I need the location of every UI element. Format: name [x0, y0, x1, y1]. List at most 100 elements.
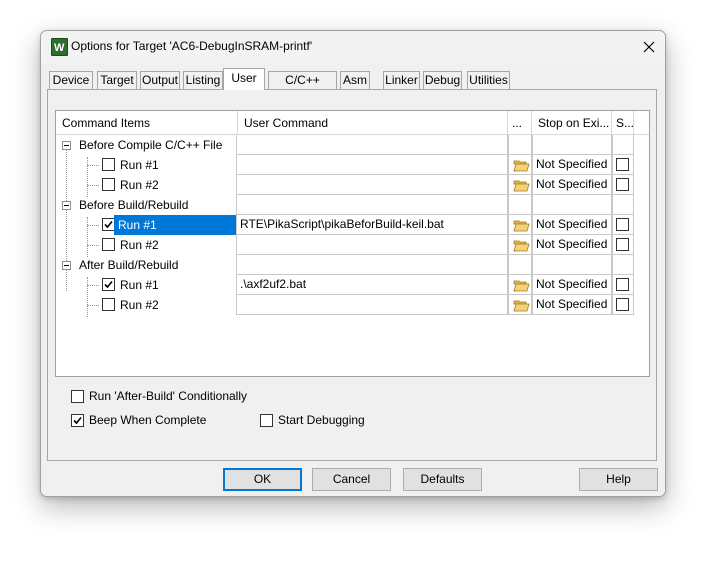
group-browse-cell — [508, 135, 532, 155]
run-after-build-option[interactable]: Run 'After-Build' Conditionally — [71, 389, 271, 405]
defaults-button[interactable]: Defaults — [403, 468, 482, 491]
run-label: Run #2 — [120, 298, 159, 312]
s-cell[interactable] — [612, 295, 634, 315]
tab-utilities[interactable]: Utilities — [467, 71, 510, 89]
options-dialog: W Options for Target 'AC6-DebugInSRAM-pr… — [40, 30, 666, 497]
user-command-cell[interactable] — [236, 155, 508, 175]
col-header-s[interactable]: S... — [612, 111, 634, 135]
browse-button[interactable] — [508, 175, 532, 195]
tab-output[interactable]: Output — [140, 71, 180, 89]
s-checkbox[interactable] — [616, 238, 629, 251]
group-row-before-build[interactable]: Before Build/Rebuild — [56, 195, 649, 215]
group-s-cell — [612, 135, 634, 155]
user-command-cell[interactable]: RTE\PikaScript\pikaBeforBuild-keil.bat — [236, 215, 508, 235]
browse-button[interactable] — [508, 235, 532, 255]
table-row[interactable]: Run #1 Not Specified — [56, 155, 649, 175]
beep-label: Beep When Complete — [89, 413, 207, 427]
group-s-cell — [612, 195, 634, 215]
group-row-after-build[interactable]: After Build/Rebuild — [56, 255, 649, 275]
cancel-button[interactable]: Cancel — [312, 468, 391, 491]
run-label: Run #2 — [120, 178, 159, 192]
beep-checkbox[interactable] — [71, 414, 84, 427]
ok-button[interactable]: OK — [223, 468, 302, 491]
s-cell[interactable] — [612, 235, 634, 255]
run-label: Run #2 — [120, 238, 159, 252]
stop-on-exit-cell[interactable]: Not Specified — [532, 155, 612, 175]
start-debugging-option[interactable]: Start Debugging — [260, 413, 400, 429]
col-header-stop-on-exit[interactable]: Stop on Exi... — [532, 111, 612, 135]
table-row[interactable]: Run #2 Not Specified — [56, 295, 649, 315]
run-label: Run #1 — [120, 278, 159, 292]
browse-button[interactable] — [508, 275, 532, 295]
tab-linker[interactable]: Linker — [383, 71, 420, 89]
tree-line — [87, 225, 99, 226]
help-button[interactable]: Help — [579, 468, 658, 491]
stop-on-exit-cell[interactable]: Not Specified — [532, 295, 612, 315]
collapse-icon[interactable] — [62, 201, 71, 210]
user-command-cell[interactable] — [236, 235, 508, 255]
tab-target[interactable]: Target — [97, 71, 137, 89]
s-checkbox[interactable] — [616, 178, 629, 191]
stop-on-exit-cell[interactable]: Not Specified — [532, 275, 612, 295]
start-debugging-label: Start Debugging — [278, 413, 365, 427]
folder-open-icon — [513, 280, 530, 292]
group-stop-cell — [532, 135, 612, 155]
browse-button[interactable] — [508, 155, 532, 175]
col-header-filler — [634, 111, 649, 135]
group-row-before-compile[interactable]: Before Compile C/C++ File — [56, 135, 649, 155]
run-after-build-checkbox[interactable] — [71, 390, 84, 403]
table-row[interactable]: Run #2 Not Specified — [56, 175, 649, 195]
browse-button[interactable] — [508, 215, 532, 235]
s-cell[interactable] — [612, 275, 634, 295]
stop-on-exit-cell[interactable]: Not Specified — [532, 215, 612, 235]
collapse-icon[interactable] — [62, 261, 71, 270]
tab-listing[interactable]: Listing — [183, 71, 223, 89]
browse-button[interactable] — [508, 295, 532, 315]
command-grid: Command Items User Command ... Stop on E… — [55, 110, 650, 377]
col-header-user-command[interactable]: User Command — [238, 111, 508, 135]
group-browse-cell — [508, 195, 532, 215]
run-checkbox[interactable] — [102, 238, 115, 251]
s-checkbox[interactable] — [616, 218, 629, 231]
run-checkbox[interactable] — [102, 178, 115, 191]
tab-user[interactable]: User — [223, 68, 265, 90]
window-title: Options for Target 'AC6-DebugInSRAM-prin… — [71, 39, 313, 53]
user-command-cell[interactable] — [236, 175, 508, 195]
close-button[interactable] — [633, 31, 665, 63]
user-command-cell[interactable]: .\axf2uf2.bat — [236, 275, 508, 295]
tab-device[interactable]: Device — [49, 71, 93, 89]
s-cell[interactable] — [612, 215, 634, 235]
table-row[interactable]: Run #2 Not Specified — [56, 235, 649, 255]
stop-on-exit-cell[interactable]: Not Specified — [532, 235, 612, 255]
user-command-cell[interactable] — [236, 295, 508, 315]
beep-option[interactable]: Beep When Complete — [71, 413, 231, 429]
tab-c-cpp[interactable]: C/C++ (AC6) — [268, 71, 337, 104]
s-checkbox[interactable] — [616, 158, 629, 171]
collapse-icon[interactable] — [62, 141, 71, 150]
table-row[interactable]: Run #1 RTE\PikaScript\pikaBeforBuild-kei… — [56, 215, 649, 235]
tree-line — [87, 285, 99, 286]
group-command-cell — [236, 195, 508, 215]
group-s-cell — [612, 255, 634, 275]
tab-debug[interactable]: Debug — [423, 71, 462, 89]
s-checkbox[interactable] — [616, 278, 629, 291]
group-label: Before Compile C/C++ File — [79, 138, 223, 152]
run-label: Run #1 — [120, 158, 159, 172]
stop-on-exit-cell[interactable]: Not Specified — [532, 175, 612, 195]
col-header-command-items[interactable]: Command Items — [56, 111, 238, 135]
tree-line — [87, 305, 99, 306]
tab-asm[interactable]: Asm — [340, 71, 370, 89]
run-checkbox[interactable] — [102, 298, 115, 311]
s-cell[interactable] — [612, 175, 634, 195]
col-header-browse[interactable]: ... — [508, 111, 532, 135]
checkmark-icon — [73, 416, 82, 425]
s-checkbox[interactable] — [616, 298, 629, 311]
folder-open-icon — [513, 300, 530, 312]
start-debugging-checkbox[interactable] — [260, 414, 273, 427]
run-checkbox[interactable] — [102, 158, 115, 171]
group-label: Before Build/Rebuild — [79, 198, 189, 212]
s-cell[interactable] — [612, 155, 634, 175]
svg-text:W: W — [54, 42, 65, 54]
run-checkbox[interactable] — [102, 278, 115, 291]
table-row[interactable]: Run #1 .\axf2uf2.bat Not Specified — [56, 275, 649, 295]
